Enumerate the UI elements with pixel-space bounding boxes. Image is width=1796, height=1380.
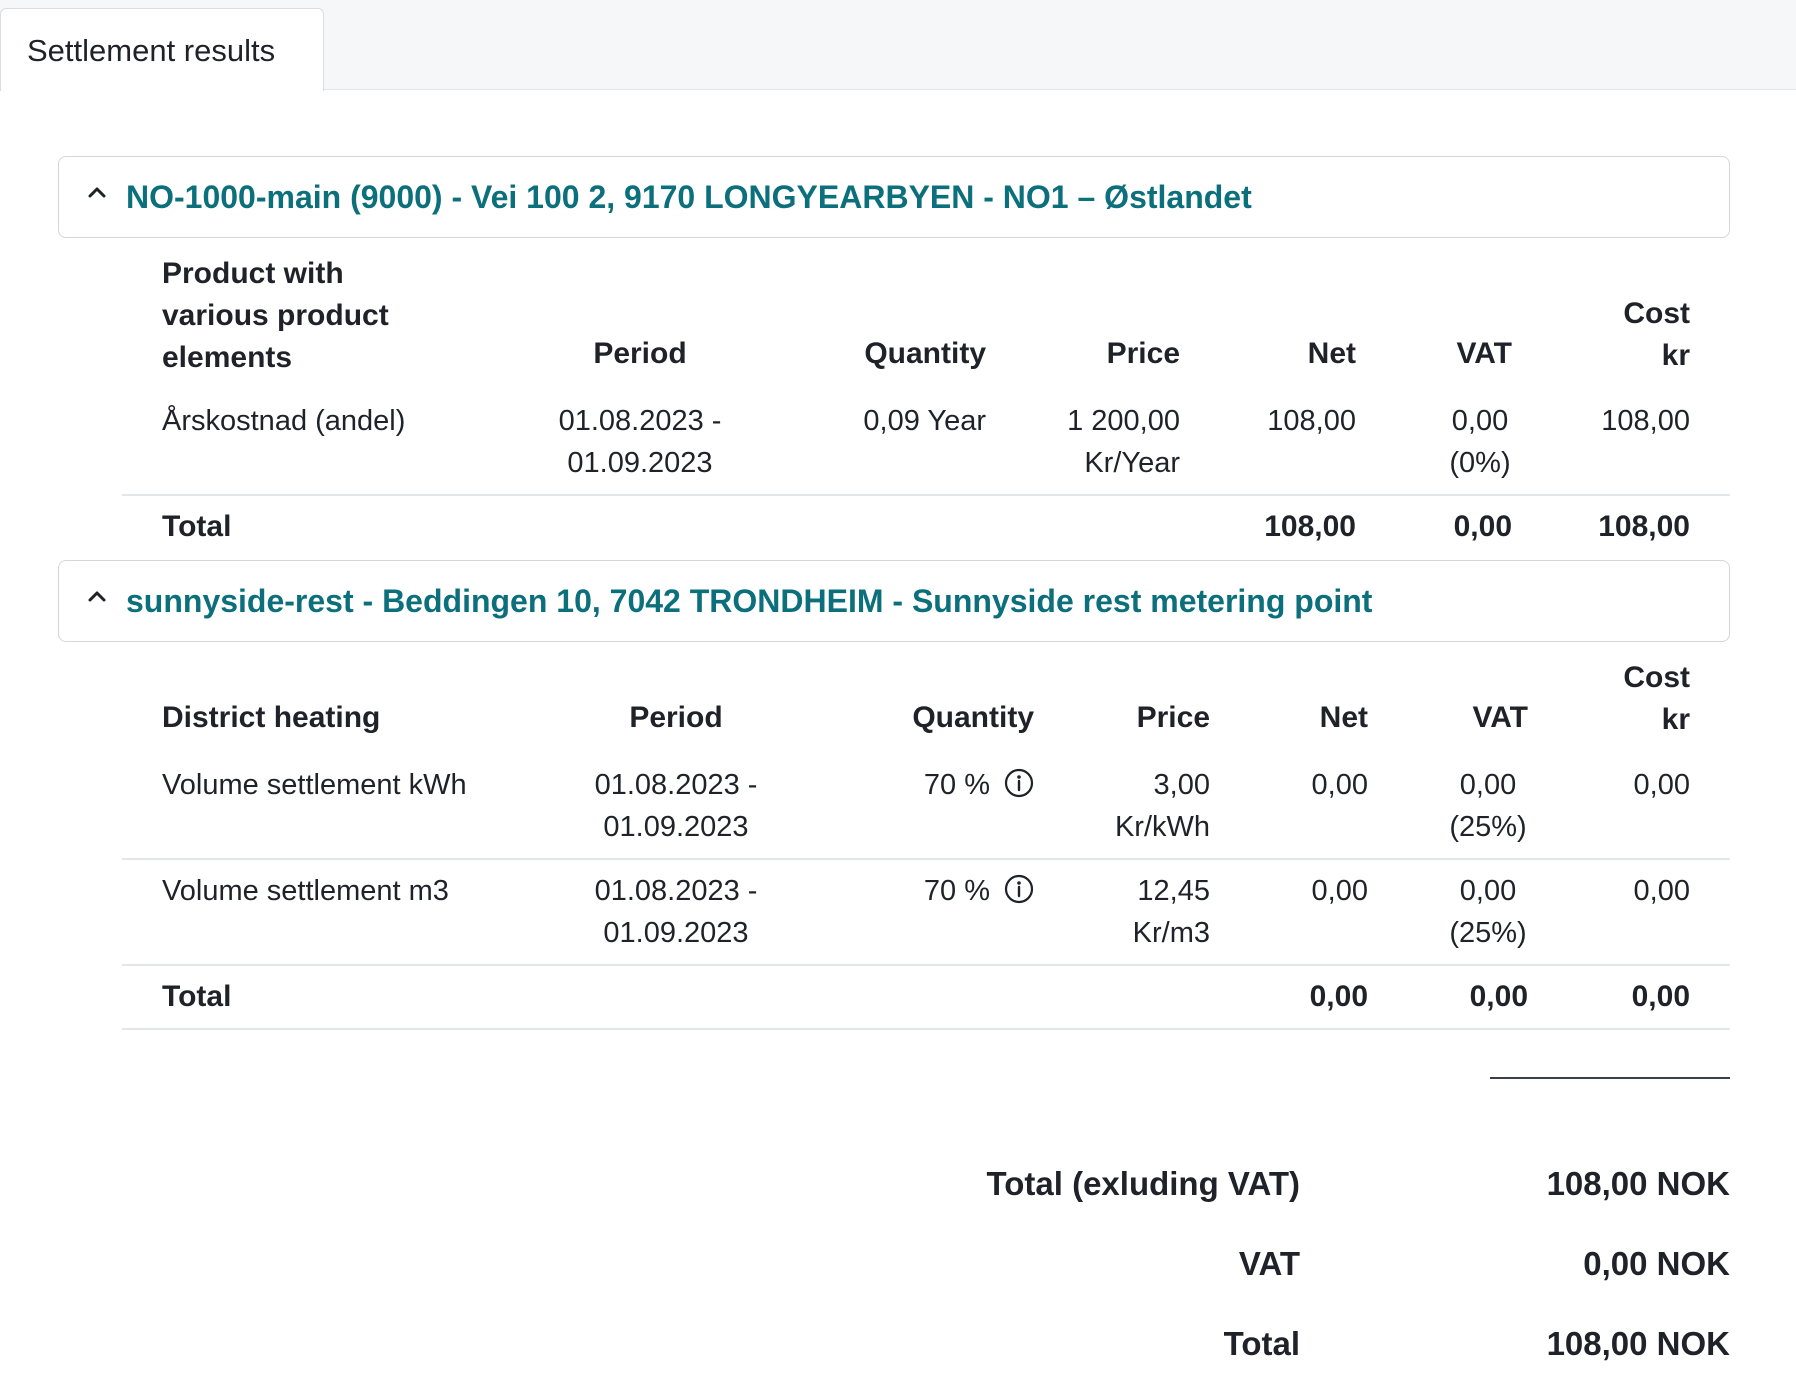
quantity: 70 % [834,870,1034,912]
row-divider [122,964,1730,966]
vat: 0,00 (25%) [1449,875,1527,949]
vat: 0,00 (0%) [1449,405,1511,479]
column-header-period: Period [629,701,723,734]
row-divider [122,494,1730,496]
column-header-price: Price [1106,337,1180,370]
column-header-price: Price [1136,701,1210,734]
tab-settlement-results[interactable]: Settlement results [0,8,324,91]
summary-excl-vat-value: 108,00 NOK [1546,1165,1730,1202]
total-label: Total [162,980,232,1013]
column-header-cost: Cost kr [1623,661,1690,736]
price: 12,45 Kr/m3 [1132,875,1210,949]
section-header-sunnyside-rest[interactable]: sunnyside-rest - Beddingen 10, 7042 TRON… [58,560,1730,642]
section-header-no-1000-main[interactable]: NO-1000-main (9000) - Vei 100 2, 9170 LO… [58,156,1730,238]
column-header-quantity: Quantity [912,701,1034,734]
column-header-period: Period [593,337,687,370]
total-label: Total [162,510,232,543]
column-header-net: Net [1307,337,1356,370]
product-name: Volume settlement m3 [162,875,449,907]
column-header-product: Product with various product elements [162,257,389,374]
section-title: sunnyside-rest - Beddingen 10, 7042 TRON… [126,583,1373,619]
product-name: Årskostnad (andel) [162,405,406,437]
net: 0,00 [1311,769,1368,801]
chevron-up-icon [88,187,106,198]
period: 01.08.2023 - 01.09.2023 [594,769,758,843]
total-vat: 0,00 [1469,980,1528,1013]
summary-divider [1490,1077,1730,1079]
quantity: 0,09 Year [863,405,986,437]
summary-vat-value: 0,00 NOK [1583,1245,1730,1282]
chevron-up-icon [88,591,106,602]
summary-excl-vat-label: Total (exluding VAT) [986,1165,1300,1202]
period: 01.08.2023 - 01.09.2023 [594,875,758,949]
column-header-vat: VAT [1472,701,1528,734]
row-divider [122,1028,1730,1030]
price: 3,00 Kr/kWh [1114,769,1210,843]
summary-total-label: Total [1223,1325,1300,1362]
column-header-net: Net [1319,701,1368,734]
column-header-vat: VAT [1456,337,1512,370]
cost: 108,00 [1601,405,1690,437]
cost: 0,00 [1633,875,1690,907]
section-title: NO-1000-main (9000) - Vei 100 2, 9170 LO… [126,179,1252,215]
column-header-quantity: Quantity [864,337,986,370]
cost: 0,00 [1633,769,1690,801]
net: 0,00 [1311,875,1368,907]
net: 108,00 [1267,405,1356,437]
total-cost: 108,00 [1598,510,1690,543]
summary-vat-label: VAT [1238,1245,1300,1282]
column-header-product: District heating [162,701,381,734]
row-divider [122,858,1730,860]
total-vat: 0,00 [1453,510,1512,543]
total-net: 108,00 [1264,510,1356,543]
price: 1 200,00 Kr/Year [1067,405,1180,479]
vat: 0,00 (25%) [1449,769,1527,843]
total-cost: 0,00 [1631,980,1690,1013]
column-header-cost: Cost kr [1623,297,1690,372]
quantity: 70 % [834,764,1034,806]
product-name: Volume settlement kWh [162,769,467,801]
tab-bar: Settlement results [0,0,1796,91]
period: 01.08.2023 - 01.09.2023 [558,405,722,479]
total-net: 0,00 [1309,980,1368,1013]
summary-total-value: 108,00 NOK [1546,1325,1730,1362]
